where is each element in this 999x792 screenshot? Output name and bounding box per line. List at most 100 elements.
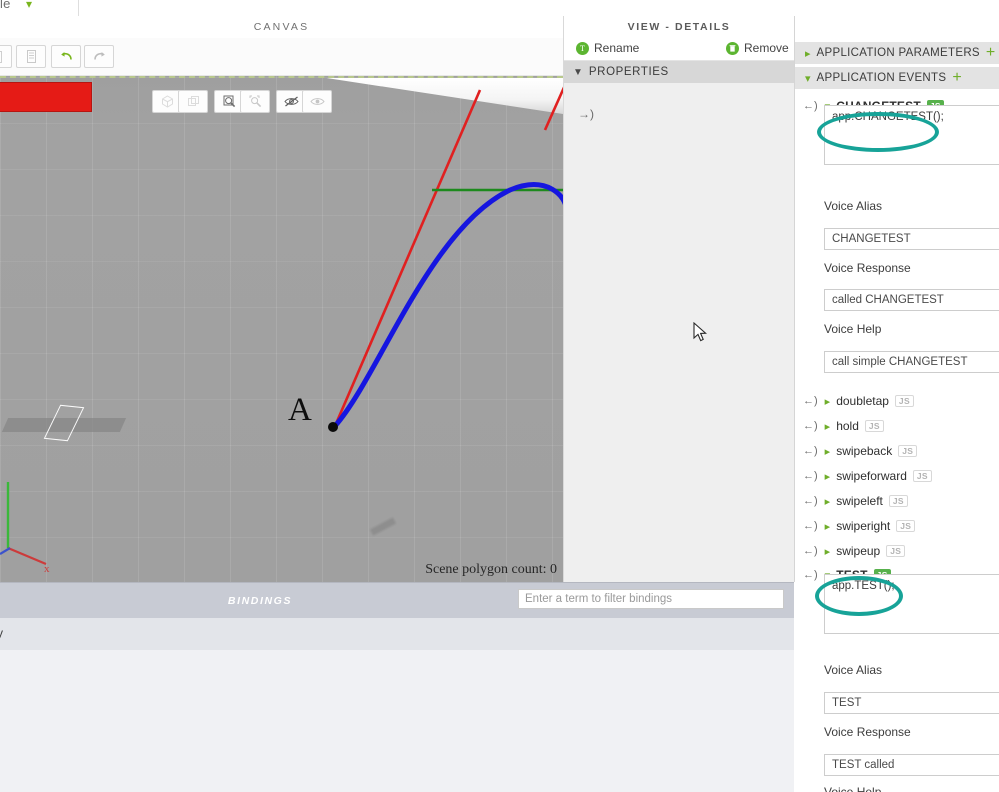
plus-icon[interactable]: + bbox=[986, 45, 995, 61]
chevron-down-icon: ▼ bbox=[573, 66, 583, 78]
view-details-panel: VIEW - DETAILS T Rename Remove ▼ PROPERT… bbox=[564, 16, 795, 582]
back-arrow-icon: ←) bbox=[803, 545, 818, 557]
changetest-voice-response-label: Voice Response bbox=[824, 261, 911, 275]
layers-icon bbox=[187, 96, 199, 106]
event-row-doubletap[interactable]: ←) ▸ doubletap JS bbox=[795, 390, 999, 412]
event-row-swipeleft[interactable]: ←) ▸ swipeleft JS bbox=[795, 490, 999, 512]
show-button[interactable] bbox=[302, 90, 332, 113]
event-name: swipeforward bbox=[836, 469, 907, 483]
event-row-swipeup[interactable]: ←) ▸ swipeup JS bbox=[795, 540, 999, 562]
chevron-right-icon: ▸ bbox=[824, 470, 831, 483]
redo-button[interactable] bbox=[84, 45, 114, 68]
rename-label: Rename bbox=[594, 41, 640, 55]
zoom-selection-icon bbox=[249, 95, 261, 108]
changetest-voice-alias-label: Voice Alias bbox=[824, 199, 883, 213]
bindings-list[interactable]: y bbox=[0, 618, 794, 651]
copy-button[interactable] bbox=[16, 45, 46, 68]
changetest-voice-alias-input[interactable]: CHANGETEST bbox=[824, 228, 999, 250]
js-badge: JS bbox=[896, 520, 916, 532]
axis-x-label: x bbox=[44, 563, 50, 574]
changetest-code-editor[interactable]: app.CHANGETEST(); bbox=[824, 105, 999, 165]
event-name: swipeleft bbox=[836, 494, 883, 508]
test-voice-alias-input[interactable]: TEST bbox=[824, 692, 999, 714]
js-badge: JS bbox=[864, 420, 884, 432]
event-row-swipeback[interactable]: ←) ▸ swipeback JS bbox=[795, 440, 999, 462]
details-title: VIEW - DETAILS bbox=[627, 21, 731, 33]
test-voice-help-label: Voice Help bbox=[824, 785, 882, 792]
edit-toolbar bbox=[0, 38, 563, 76]
event-name: doubletap bbox=[836, 394, 889, 408]
event-name: hold bbox=[836, 419, 859, 433]
canvas-title: CANVAS bbox=[253, 21, 310, 33]
menu-divider bbox=[78, 0, 79, 16]
event-row-swipeforward[interactable]: ←) ▸ swipeforward JS bbox=[795, 465, 999, 487]
chevron-right-icon: ▸ bbox=[824, 520, 831, 533]
undo-button[interactable] bbox=[51, 45, 81, 68]
event-name: swipeup bbox=[836, 544, 881, 558]
app-menu-label[interactable]: le bbox=[0, 0, 11, 11]
remove-label: Remove bbox=[744, 41, 789, 55]
js-badge: JS bbox=[886, 545, 906, 557]
event-name: swiperight bbox=[836, 519, 891, 533]
polygon-count-readout: Scene polygon count: 0 bbox=[425, 562, 557, 577]
bindings-row-truncated: y bbox=[0, 626, 3, 640]
mouse-cursor bbox=[693, 322, 707, 342]
back-arrow-icon: ←) bbox=[803, 445, 818, 457]
anchor-point[interactable] bbox=[328, 422, 338, 432]
canvas-panel: CANVAS A x Scene polygon count: 0 bbox=[0, 16, 564, 582]
js-badge: JS bbox=[912, 470, 932, 482]
bindings-filter-input[interactable]: Enter a term to filter bindings bbox=[518, 589, 784, 609]
section-label: APPLICATION EVENTS bbox=[816, 72, 947, 84]
event-name: swipeback bbox=[836, 444, 893, 458]
blue-curve bbox=[332, 182, 563, 429]
chevron-right-icon: ▸ bbox=[824, 445, 831, 458]
duplicate-button[interactable] bbox=[178, 90, 208, 113]
application-window: le ▾ CANVAS A x Scene polygon count: 0 B… bbox=[0, 0, 999, 792]
chevron-right-icon: ▸ bbox=[824, 395, 831, 408]
changetest-voice-response-input[interactable]: called CHANGETEST bbox=[824, 289, 999, 311]
js-badge: JS bbox=[894, 395, 914, 407]
chevron-down-icon: ▾ bbox=[805, 72, 811, 85]
clipboard-icon bbox=[0, 51, 2, 63]
js-badge: JS bbox=[888, 495, 908, 507]
properties-label: PROPERTIES bbox=[588, 66, 669, 78]
chevron-down-icon[interactable]: ▾ bbox=[26, 0, 32, 10]
axis-gizmo: x bbox=[0, 482, 50, 574]
event-row-swiperight[interactable]: ←) ▸ swiperight JS bbox=[795, 515, 999, 537]
redo-arrow-icon bbox=[93, 52, 105, 60]
bindings-title: BINDINGS bbox=[227, 595, 293, 607]
test-code-editor[interactable]: app.TEST(); bbox=[824, 574, 999, 634]
bindings-empty-area bbox=[0, 650, 794, 792]
zoom-to-selection-button[interactable] bbox=[240, 90, 270, 113]
test-voice-response-label: Voice Response bbox=[824, 725, 911, 739]
remove-button[interactable]: Remove bbox=[726, 41, 789, 55]
changetest-voice-help-label: Voice Help bbox=[824, 322, 882, 336]
chevron-right-icon: ▸ bbox=[805, 47, 811, 60]
copy-document-icon bbox=[27, 50, 36, 63]
properties-section-header[interactable]: ▼ PROPERTIES bbox=[564, 61, 794, 83]
undo-arrow-icon bbox=[60, 52, 72, 60]
changetest-voice-help-input[interactable]: call simple CHANGETEST bbox=[824, 351, 999, 373]
canvas-header: CANVAS bbox=[0, 16, 563, 38]
section-application-parameters[interactable]: ▸ APPLICATION PARAMETERS + bbox=[795, 42, 999, 64]
properties-body bbox=[564, 83, 794, 582]
chevron-right-icon: ▸ bbox=[824, 495, 831, 508]
test-voice-response-input[interactable]: TEST called bbox=[824, 754, 999, 776]
back-arrow-icon: ←) bbox=[803, 420, 818, 432]
back-arrow-icon: ←) bbox=[803, 470, 818, 482]
rename-button[interactable]: T Rename bbox=[576, 41, 639, 55]
event-row-hold[interactable]: ←) ▸ hold JS bbox=[795, 415, 999, 437]
text-circle-icon: T bbox=[576, 41, 589, 55]
section-label: APPLICATION PARAMETERS bbox=[816, 47, 980, 59]
back-arrow-icon: ←) bbox=[803, 395, 818, 407]
js-badge: JS bbox=[898, 445, 918, 457]
plus-icon[interactable]: + bbox=[952, 70, 961, 86]
3d-viewport[interactable]: A x Scene polygon count: 0 bbox=[0, 76, 563, 582]
eye-slash-icon bbox=[283, 96, 299, 107]
app-menu-bar: le ▾ bbox=[0, 0, 999, 17]
section-application-events[interactable]: ▾ APPLICATION EVENTS + bbox=[795, 67, 999, 89]
svg-text:T: T bbox=[580, 44, 585, 53]
paste-button[interactable] bbox=[0, 45, 12, 68]
eye-icon bbox=[309, 98, 325, 105]
enter-arrow-icon: →) bbox=[578, 107, 594, 121]
